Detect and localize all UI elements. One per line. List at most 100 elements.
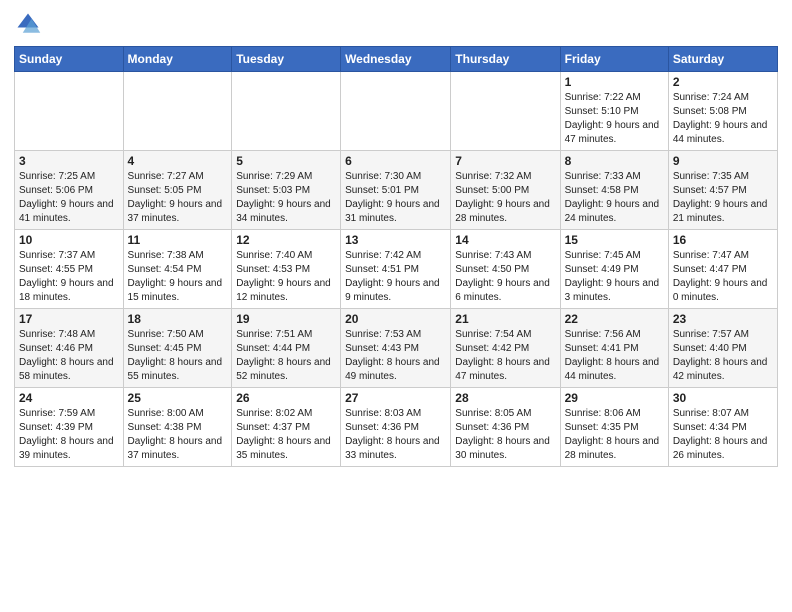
weekday-header-row: SundayMondayTuesdayWednesdayThursdayFrid…	[15, 47, 778, 72]
day-info: Sunrise: 7:38 AM Sunset: 4:54 PM Dayligh…	[128, 249, 228, 305]
week-row-5: 24 Sunrise: 7:59 AM Sunset: 4:39 PM Dayli…	[15, 388, 778, 467]
day-number: 11	[128, 233, 228, 247]
day-number: 6	[345, 154, 446, 168]
day-number: 16	[673, 233, 773, 247]
calendar-cell: 19 Sunrise: 7:51 AM Sunset: 4:44 PM Dayli…	[232, 309, 341, 388]
day-info: Sunrise: 7:57 AM Sunset: 4:40 PM Dayligh…	[673, 328, 773, 384]
day-number: 17	[19, 312, 119, 326]
day-info: Sunrise: 8:06 AM Sunset: 4:35 PM Dayligh…	[565, 407, 664, 463]
day-info: Sunrise: 7:29 AM Sunset: 5:03 PM Dayligh…	[236, 170, 336, 226]
weekday-friday: Friday	[560, 47, 668, 72]
week-row-1: 1 Sunrise: 7:22 AM Sunset: 5:10 PM Daylig…	[15, 72, 778, 151]
day-number: 9	[673, 154, 773, 168]
day-number: 13	[345, 233, 446, 247]
day-number: 7	[455, 154, 555, 168]
day-number: 10	[19, 233, 119, 247]
day-info: Sunrise: 7:42 AM Sunset: 4:51 PM Dayligh…	[345, 249, 446, 305]
day-number: 1	[565, 75, 664, 89]
calendar-cell: 20 Sunrise: 7:53 AM Sunset: 4:43 PM Dayli…	[341, 309, 451, 388]
day-info: Sunrise: 7:25 AM Sunset: 5:06 PM Dayligh…	[19, 170, 119, 226]
weekday-sunday: Sunday	[15, 47, 124, 72]
calendar-cell: 12 Sunrise: 7:40 AM Sunset: 4:53 PM Dayli…	[232, 230, 341, 309]
calendar-cell: 29Sunrise: 8:06 AM Sunset: 4:35 PM Dayli…	[560, 388, 668, 467]
header	[14, 10, 778, 38]
day-info: Sunrise: 7:37 AM Sunset: 4:55 PM Dayligh…	[19, 249, 119, 305]
day-info: Sunrise: 7:32 AM Sunset: 5:00 PM Dayligh…	[455, 170, 555, 226]
day-number: 12	[236, 233, 336, 247]
calendar-cell: 8 Sunrise: 7:33 AM Sunset: 4:58 PM Daylig…	[560, 151, 668, 230]
day-info: Sunrise: 8:02 AM Sunset: 4:37 PM Dayligh…	[236, 407, 336, 463]
calendar-cell: 1 Sunrise: 7:22 AM Sunset: 5:10 PM Daylig…	[560, 72, 668, 151]
day-info: Sunrise: 7:24 AM Sunset: 5:08 PM Dayligh…	[673, 91, 773, 147]
day-info: Sunrise: 7:53 AM Sunset: 4:43 PM Dayligh…	[345, 328, 446, 384]
calendar-cell: 2 Sunrise: 7:24 AM Sunset: 5:08 PM Daylig…	[668, 72, 777, 151]
day-number: 24	[19, 391, 119, 405]
day-info: Sunrise: 8:07 AM Sunset: 4:34 PM Dayligh…	[673, 407, 773, 463]
day-number: 21	[455, 312, 555, 326]
calendar-cell: 24 Sunrise: 7:59 AM Sunset: 4:39 PM Dayli…	[15, 388, 124, 467]
calendar-cell: 9 Sunrise: 7:35 AM Sunset: 4:57 PM Daylig…	[668, 151, 777, 230]
calendar-cell	[232, 72, 341, 151]
calendar-cell: 5 Sunrise: 7:29 AM Sunset: 5:03 PM Daylig…	[232, 151, 341, 230]
day-info: Sunrise: 7:40 AM Sunset: 4:53 PM Dayligh…	[236, 249, 336, 305]
day-info: Sunrise: 7:35 AM Sunset: 4:57 PM Dayligh…	[673, 170, 773, 226]
calendar-cell	[123, 72, 232, 151]
calendar-cell: 23 Sunrise: 7:57 AM Sunset: 4:40 PM Dayli…	[668, 309, 777, 388]
day-info: Sunrise: 7:51 AM Sunset: 4:44 PM Dayligh…	[236, 328, 336, 384]
day-info: Sunrise: 7:50 AM Sunset: 4:45 PM Dayligh…	[128, 328, 228, 384]
day-info: Sunrise: 7:27 AM Sunset: 5:05 PM Dayligh…	[128, 170, 228, 226]
day-number: 14	[455, 233, 555, 247]
day-info: Sunrise: 8:05 AM Sunset: 4:36 PM Dayligh…	[455, 407, 555, 463]
day-number: 4	[128, 154, 228, 168]
page: SundayMondayTuesdayWednesdayThursdayFrid…	[0, 0, 792, 612]
day-info: Sunrise: 7:43 AM Sunset: 4:50 PM Dayligh…	[455, 249, 555, 305]
day-number: 3	[19, 154, 119, 168]
day-info: Sunrise: 7:56 AM Sunset: 4:41 PM Dayligh…	[565, 328, 664, 384]
day-number: 18	[128, 312, 228, 326]
calendar-cell: 26 Sunrise: 8:02 AM Sunset: 4:37 PM Dayli…	[232, 388, 341, 467]
week-row-4: 17 Sunrise: 7:48 AM Sunset: 4:46 PM Dayli…	[15, 309, 778, 388]
calendar-cell: 27Sunrise: 8:03 AM Sunset: 4:36 PM Dayli…	[341, 388, 451, 467]
calendar-cell: 10 Sunrise: 7:37 AM Sunset: 4:55 PM Dayli…	[15, 230, 124, 309]
day-info: Sunrise: 7:54 AM Sunset: 4:42 PM Dayligh…	[455, 328, 555, 384]
day-info: Sunrise: 7:48 AM Sunset: 4:46 PM Dayligh…	[19, 328, 119, 384]
calendar-cell: 17 Sunrise: 7:48 AM Sunset: 4:46 PM Dayli…	[15, 309, 124, 388]
day-info: Sunrise: 8:03 AM Sunset: 4:36 PM Dayligh…	[345, 407, 446, 463]
day-info: Sunrise: 7:33 AM Sunset: 4:58 PM Dayligh…	[565, 170, 664, 226]
logo-icon	[14, 10, 42, 38]
calendar-cell	[341, 72, 451, 151]
calendar-cell: 30 Sunrise: 8:07 AM Sunset: 4:34 PM Dayli…	[668, 388, 777, 467]
weekday-thursday: Thursday	[451, 47, 560, 72]
calendar-cell: 11 Sunrise: 7:38 AM Sunset: 4:54 PM Dayli…	[123, 230, 232, 309]
day-number: 20	[345, 312, 446, 326]
day-info: Sunrise: 7:59 AM Sunset: 4:39 PM Dayligh…	[19, 407, 119, 463]
weekday-monday: Monday	[123, 47, 232, 72]
day-number: 25	[128, 391, 228, 405]
calendar-cell	[15, 72, 124, 151]
calendar-cell: 22Sunrise: 7:56 AM Sunset: 4:41 PM Dayli…	[560, 309, 668, 388]
calendar-cell: 3 Sunrise: 7:25 AM Sunset: 5:06 PM Daylig…	[15, 151, 124, 230]
calendar: SundayMondayTuesdayWednesdayThursdayFrid…	[14, 46, 778, 467]
week-row-2: 3 Sunrise: 7:25 AM Sunset: 5:06 PM Daylig…	[15, 151, 778, 230]
day-number: 5	[236, 154, 336, 168]
weekday-wednesday: Wednesday	[341, 47, 451, 72]
weekday-tuesday: Tuesday	[232, 47, 341, 72]
day-number: 30	[673, 391, 773, 405]
day-number: 15	[565, 233, 664, 247]
day-number: 23	[673, 312, 773, 326]
week-row-3: 10 Sunrise: 7:37 AM Sunset: 4:55 PM Dayli…	[15, 230, 778, 309]
day-number: 19	[236, 312, 336, 326]
calendar-cell: 18 Sunrise: 7:50 AM Sunset: 4:45 PM Dayli…	[123, 309, 232, 388]
day-number: 2	[673, 75, 773, 89]
day-info: Sunrise: 7:47 AM Sunset: 4:47 PM Dayligh…	[673, 249, 773, 305]
weekday-saturday: Saturday	[668, 47, 777, 72]
calendar-cell: 21 Sunrise: 7:54 AM Sunset: 4:42 PM Dayli…	[451, 309, 560, 388]
day-info: Sunrise: 7:45 AM Sunset: 4:49 PM Dayligh…	[565, 249, 664, 305]
day-number: 26	[236, 391, 336, 405]
day-info: Sunrise: 7:22 AM Sunset: 5:10 PM Dayligh…	[565, 91, 664, 147]
calendar-cell: 25Sunrise: 8:00 AM Sunset: 4:38 PM Dayli…	[123, 388, 232, 467]
day-number: 28	[455, 391, 555, 405]
calendar-cell: 7 Sunrise: 7:32 AM Sunset: 5:00 PM Daylig…	[451, 151, 560, 230]
calendar-body: 1 Sunrise: 7:22 AM Sunset: 5:10 PM Daylig…	[15, 72, 778, 467]
day-number: 8	[565, 154, 664, 168]
